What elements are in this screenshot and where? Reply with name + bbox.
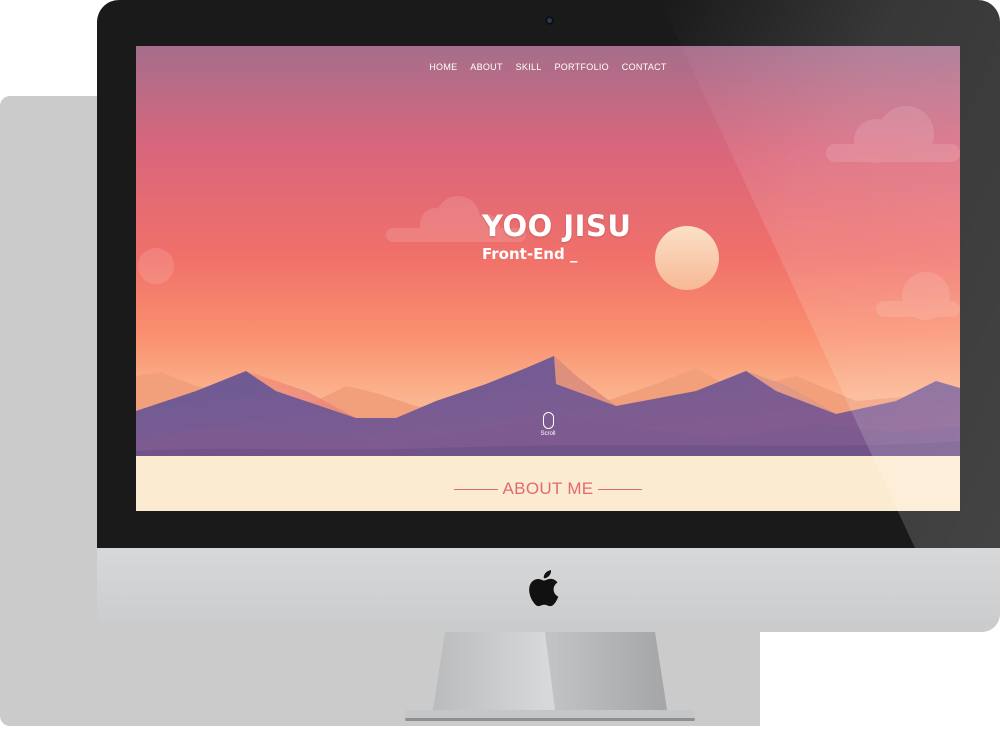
about-section: ABOUT ME (136, 456, 960, 511)
nav-home[interactable]: HOME (429, 62, 457, 72)
hero-title: YOO JISU (482, 209, 632, 243)
scroll-label: Scroll (540, 431, 556, 437)
main-nav: HOME ABOUT SKILL PORTFOLIO CONTACT (136, 62, 960, 72)
website-screen: HOME ABOUT SKILL PORTFOLIO CONTACT YOO J… (136, 46, 960, 511)
nav-portfolio[interactable]: PORTFOLIO (554, 62, 609, 72)
about-divider-right (598, 489, 642, 490)
nav-contact[interactable]: CONTACT (622, 62, 667, 72)
hero-subtitle: Front-End _ (482, 245, 578, 263)
nav-skill[interactable]: SKILL (516, 62, 542, 72)
nav-about[interactable]: ABOUT (470, 62, 503, 72)
scroll-indicator[interactable]: Scroll (536, 412, 560, 437)
apple-logo-icon (529, 570, 559, 607)
mouse-scroll-icon (542, 412, 554, 429)
monitor-stand (405, 632, 695, 721)
about-title: ABOUT ME (502, 479, 594, 498)
webcam-icon (545, 16, 554, 25)
